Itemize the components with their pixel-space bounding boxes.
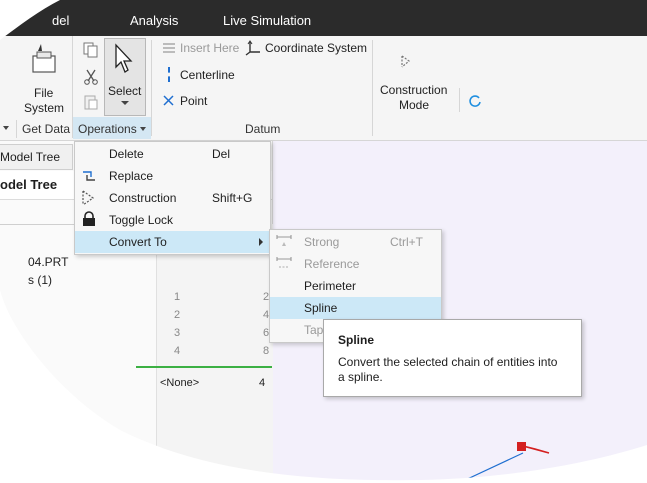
select-dropdown-icon[interactable] [121, 101, 129, 105]
operations-dropdown-icon [140, 127, 146, 131]
construction-mode-label-2: Mode [399, 98, 430, 112]
menu-item-construction[interactable]: Construction Shift+G [75, 187, 270, 209]
centerline-icon [168, 67, 170, 82]
submenu-item-reference-label: Reference [304, 257, 360, 271]
ribbon: File System Select Insert Here Coordinat… [0, 36, 647, 141]
group-operations: Operations [78, 122, 137, 136]
operations-group-button[interactable]: Operations [73, 117, 151, 139]
point-button[interactable]: Point [160, 92, 230, 110]
submenu-item-perimeter-label: Perimeter [304, 279, 357, 293]
coordinate-system-icon [245, 40, 261, 56]
lock-icon [82, 211, 96, 227]
submenu-arrow-icon [259, 238, 263, 246]
row-number-4: 4 [174, 345, 181, 357]
submenu-item-spline[interactable]: Spline [270, 297, 441, 319]
get-data-dropdown-icon[interactable] [3, 126, 9, 130]
cut-icon[interactable] [83, 69, 99, 85]
menu-item-replace[interactable]: Replace [75, 165, 270, 187]
menu-item-delete-shortcut: Del [212, 147, 231, 161]
submenu-item-strong: Strong Ctrl+T [270, 231, 441, 253]
select-label: Select [108, 84, 142, 98]
menu-model[interactable]: del [52, 13, 69, 28]
menu-bar: del Analysis Live Simulation [0, 0, 647, 36]
menu-live-simulation[interactable]: Live Simulation [223, 13, 311, 28]
point-label: Point [180, 94, 208, 108]
copy-icon[interactable] [83, 42, 99, 58]
file-system-label-2: System [24, 101, 65, 115]
tooltip-body-line-1: Convert the selected chain of entities i… [338, 355, 558, 369]
group-datum: Datum [245, 122, 281, 136]
menu-item-replace-label: Replace [109, 169, 154, 183]
centerline-label: Centerline [180, 68, 235, 82]
menu-analysis[interactable]: Analysis [130, 13, 178, 28]
menu-item-toggle-lock-label: Toggle Lock [109, 213, 174, 227]
strong-icon [276, 234, 292, 250]
point-icon [163, 95, 174, 106]
insert-here-icon [162, 42, 176, 54]
menu-item-convert-to-label: Convert To [109, 235, 167, 249]
reference-icon [276, 256, 292, 272]
tree-part-name[interactable]: 04.PRT [28, 255, 68, 269]
row-number-1: 1 [174, 291, 181, 303]
menu-item-delete-label: Delete [109, 147, 144, 161]
menu-item-construction-shortcut: Shift+G [212, 191, 253, 205]
spline-tooltip: Spline Convert the selected chain of ent… [323, 319, 582, 397]
file-system-icon [29, 42, 59, 74]
submenu-item-reference: Reference [270, 253, 441, 275]
row-number-3: 3 [174, 327, 181, 339]
construction-mode-button[interactable]: Construction Mode [378, 40, 454, 116]
group-get-data: Get Data [22, 122, 71, 136]
refresh-icon[interactable] [468, 94, 482, 108]
tree-sub-item[interactable]: s (1) [28, 273, 52, 287]
file-system-label-1: File [34, 86, 54, 100]
none-label: <None> [160, 377, 200, 389]
insert-here-button[interactable]: Insert Here [160, 40, 240, 58]
right-number-4: 8 [263, 345, 270, 357]
coordinate-system-button[interactable]: Coordinate System [243, 40, 369, 58]
submenu-item-perimeter[interactable]: Perimeter [270, 275, 441, 297]
paste-icon[interactable] [83, 94, 99, 110]
menu-item-delete[interactable]: Delete Del [75, 143, 270, 165]
row-number-2: 2 [174, 309, 181, 321]
centerline-button[interactable]: Centerline [160, 66, 250, 84]
model-tree-tab-label: Model Tree [0, 150, 61, 164]
insert-here-label: Insert Here [180, 41, 240, 55]
green-divider [136, 366, 272, 368]
select-arrow-icon [113, 43, 135, 75]
coordinate-system-label: Coordinate System [265, 41, 368, 55]
model-tree-header-label: odel Tree [0, 177, 58, 192]
replace-icon [81, 168, 97, 184]
select-button[interactable]: Select [104, 38, 146, 116]
submenu-item-strong-label: Strong [304, 235, 340, 249]
construction-icon [81, 190, 97, 206]
submenu-item-strong-shortcut: Ctrl+T [390, 235, 423, 249]
menu-item-toggle-lock[interactable]: Toggle Lock [75, 209, 270, 231]
operations-menu: Delete Del Replace Construction Shift+G … [74, 141, 271, 255]
tooltip-title: Spline [338, 333, 375, 347]
construction-mode-label-1: Construction [380, 83, 448, 97]
model-tree-tab[interactable]: Model Tree [0, 144, 73, 170]
none-value: 4 [259, 377, 266, 389]
menu-item-convert-to[interactable]: Convert To [75, 231, 270, 253]
submenu-item-spline-label: Spline [304, 301, 338, 315]
construction-mode-icon [400, 54, 420, 70]
file-system-button[interactable]: File System [20, 40, 68, 116]
menu-item-construction-label: Construction [109, 191, 177, 205]
tooltip-body-line-2: a spline. [338, 370, 383, 384]
